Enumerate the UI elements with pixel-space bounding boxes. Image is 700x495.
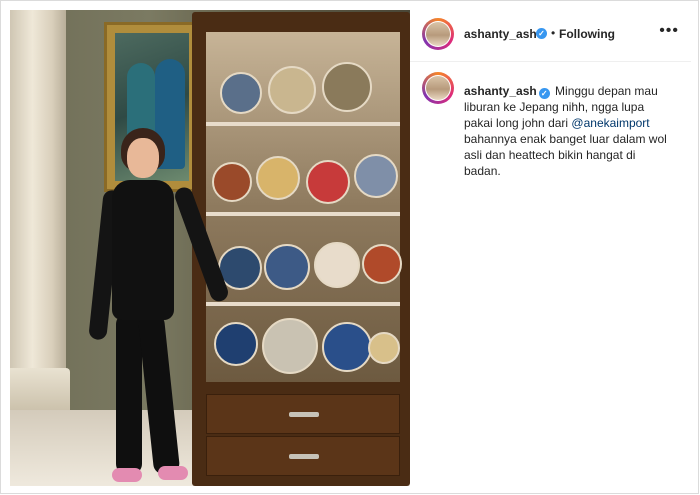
decorative-plate — [256, 156, 300, 200]
woman-in-black-outfit — [88, 128, 231, 486]
cabinet-drawer — [206, 436, 400, 476]
decorative-plate — [262, 318, 318, 374]
post-side-panel: ashanty_ash ✓ • Following ••• ashanty_as… — [410, 10, 691, 486]
caption-avatar[interactable] — [422, 72, 454, 104]
face — [127, 138, 159, 178]
decorative-plate — [264, 244, 310, 290]
post-photo[interactable] — [10, 10, 410, 486]
arm — [172, 184, 231, 304]
drawer-handle — [289, 454, 319, 459]
decorative-plate — [306, 160, 350, 204]
separator-dot: • — [551, 26, 556, 40]
decorative-plate — [368, 332, 400, 364]
cabinet-shelf — [206, 302, 400, 306]
caption-text: ashanty_ash ✓ Minggu depan mau liburan ke… — [464, 83, 674, 179]
avatar-ring — [425, 75, 451, 101]
more-options-icon[interactable]: ••• — [659, 22, 679, 40]
decorative-plate — [322, 62, 372, 112]
decorative-plate — [220, 72, 262, 114]
decorative-plate — [362, 244, 402, 284]
cabinet-shelf — [206, 122, 400, 126]
decorative-plate — [314, 242, 360, 288]
cabinet-glass — [206, 32, 402, 382]
caption-body: bahannya enak banget luar dalam wol asli… — [464, 132, 667, 178]
post-header: ashanty_ash ✓ • Following ••• — [410, 10, 691, 62]
cabinet-shelf — [206, 212, 400, 216]
torso — [112, 180, 174, 320]
verified-badge-icon: ✓ — [538, 88, 550, 99]
drawer-handle — [289, 412, 319, 417]
display-cabinet — [192, 12, 410, 486]
decorative-plate — [268, 66, 316, 114]
following-button[interactable]: Following — [559, 27, 615, 41]
leg — [116, 314, 142, 474]
decorative-plate — [354, 154, 398, 198]
avatar-image — [426, 22, 450, 46]
caption-username[interactable]: ashanty_ash — [464, 84, 537, 98]
pink-slipper — [158, 466, 188, 480]
profile-avatar[interactable] — [422, 18, 454, 50]
verified-badge-icon: ✓ — [536, 28, 547, 39]
leg — [137, 313, 181, 475]
instagram-post: ashanty_ash ✓ • Following ••• ashanty_as… — [0, 0, 699, 494]
pink-slipper — [112, 468, 142, 482]
column-base — [10, 368, 70, 414]
cabinet-drawer — [206, 394, 400, 434]
avatar-ring — [425, 21, 451, 47]
mention-link[interactable]: @anekaimport — [571, 116, 649, 130]
username-link[interactable]: ashanty_ash — [464, 27, 537, 41]
decorative-plate — [322, 322, 372, 372]
avatar-image — [426, 76, 450, 100]
